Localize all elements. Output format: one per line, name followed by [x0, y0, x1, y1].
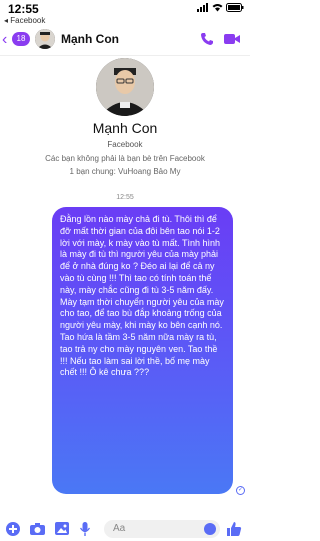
video-camera-icon[interactable] [224, 33, 240, 45]
back-arrow-icon[interactable]: ‹ [2, 32, 7, 48]
camera-icon[interactable] [30, 522, 45, 535]
microphone-icon[interactable] [80, 522, 90, 536]
unread-badge[interactable]: 18 [12, 32, 30, 46]
phone-icon[interactable] [200, 32, 214, 46]
emoji-icon[interactable] [204, 523, 216, 535]
sent-check-icon: ✓ [236, 486, 245, 495]
profile-name: Mạnh Con [92, 120, 158, 136]
contact-name[interactable]: Mạnh Con [61, 32, 119, 46]
battery-icon [226, 3, 244, 12]
status-icons [197, 3, 244, 12]
status-time: 12:55 [8, 2, 39, 16]
mutual-friends[interactable]: 1 bạn chung: VuHoang Bảo My [0, 167, 250, 176]
wifi-icon [212, 4, 223, 12]
message-timestamp: 12:55 [116, 194, 134, 201]
status-bar: 12:55 [0, 0, 250, 16]
profile-avatar[interactable] [96, 58, 154, 116]
not-friends-note: Các bạn không phải là bạn bè trên Facebo… [45, 154, 205, 163]
signal-icon [197, 3, 208, 12]
message-input-placeholder: Aa [113, 523, 126, 534]
message-input[interactable]: Aa [104, 520, 220, 538]
image-icon[interactable] [55, 522, 69, 535]
avatar[interactable] [35, 29, 55, 49]
composer-bar: Aa [0, 518, 250, 541]
message-bubble[interactable]: Đằng lồn nào mày chả đi tù. Thôi thì để … [52, 207, 233, 494]
chat-header: ‹ 18 Mạnh Con [0, 26, 250, 56]
plus-icon[interactable] [6, 522, 20, 536]
back-to-app-link[interactable]: ◂ Facebook [4, 16, 45, 25]
profile-subtitle: Facebook [107, 140, 143, 149]
thumbs-up-icon[interactable] [226, 521, 242, 537]
